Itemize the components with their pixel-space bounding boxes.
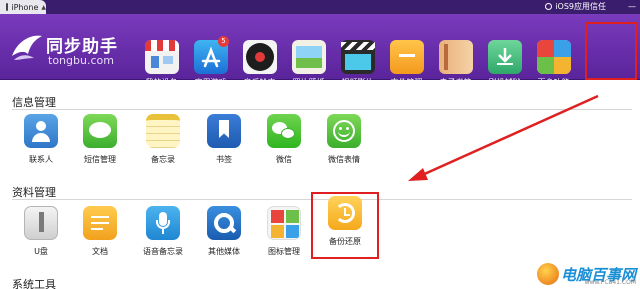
logo-domain: tongbu.com <box>48 54 114 67</box>
sms-icon <box>83 114 117 148</box>
bird-logo-icon <box>12 35 42 60</box>
device-tab[interactable]: iPhone ▲ <box>0 0 46 14</box>
nav-label: 刷机越狱 <box>488 78 521 87</box>
tile-voice-memos[interactable]: 语音备忘录 <box>135 206 191 268</box>
eject-icon[interactable]: ▲ <box>41 4 46 11</box>
clapperboard-icon <box>340 40 375 74</box>
music-disc-icon <box>242 40 277 74</box>
tile-contacts[interactable]: 联系人 <box>13 114 69 176</box>
tile-other-media[interactable]: 其他媒体 <box>196 206 252 268</box>
notes-icon <box>146 114 180 148</box>
icon-grid-icon <box>267 206 301 240</box>
bookmark-icon <box>207 114 241 148</box>
phone-icon <box>6 3 9 11</box>
nav-label: 音乐铃声 <box>243 78 276 87</box>
tile-bookmarks[interactable]: 书签 <box>196 114 252 176</box>
more-features-highlight <box>585 22 637 80</box>
book-icon <box>438 40 473 74</box>
section-title-info: 信息管理 <box>12 96 56 109</box>
wechat-icon <box>267 114 301 148</box>
watermark-url: www.PC841.COM <box>584 279 636 286</box>
tile-label: 短信管理 <box>84 155 116 164</box>
trust-label: iOS9应用信任 <box>555 2 606 11</box>
microphone-icon <box>146 206 180 240</box>
watermark-logo-icon <box>536 263 559 285</box>
tile-label: U盘 <box>34 247 48 256</box>
nav-ebooks[interactable]: 电子书籍 <box>431 28 480 92</box>
tile-label: 其他媒体 <box>208 247 240 256</box>
tile-label: 文档 <box>92 247 108 256</box>
nav-jailbreak[interactable]: 刷机越狱 <box>480 28 529 92</box>
tile-label: 书签 <box>216 155 232 164</box>
store-icon <box>144 40 179 74</box>
tile-label: 语音备忘录 <box>143 247 183 256</box>
nav-my-device[interactable]: 我的设备 <box>137 28 186 92</box>
tile-sms[interactable]: 短信管理 <box>72 114 128 176</box>
photo-icon <box>291 40 326 74</box>
tile-label: 微信 <box>276 155 292 164</box>
app-logo: 同步助手 tongbu.com <box>8 24 128 72</box>
tile-label: 备忘录 <box>151 155 175 164</box>
tile-usb-drive[interactable]: U盘 <box>13 206 69 268</box>
nav-label: 照片壁纸 <box>292 78 325 87</box>
nav-label: 更多功能 <box>537 78 570 87</box>
tile-icon-manager[interactable]: 图标管理 <box>256 206 312 268</box>
usb-drive-icon <box>24 206 58 240</box>
tile-documents[interactable]: 文档 <box>72 206 128 268</box>
watermark: 电脑百事网 www.PC841.COM <box>536 263 636 286</box>
section-title-tools: 系统工具 <box>12 278 56 289</box>
tile-notes[interactable]: 备忘录 <box>135 114 191 176</box>
section-divider <box>12 109 632 110</box>
section-title-data: 资料管理 <box>12 186 56 199</box>
nav-file-manager[interactable]: 文件管理 <box>382 28 431 92</box>
main-nav: 我的设备 5 应用游戏 音乐铃声 照片壁纸 视频影片 文件管理 电子书籍 刷机越… <box>137 28 578 92</box>
tile-label: 图标管理 <box>268 247 300 256</box>
more-tiles-icon <box>536 40 571 74</box>
tile-label: 联系人 <box>29 155 53 164</box>
device-label: iPhone <box>11 2 39 12</box>
quicktime-icon <box>207 206 241 240</box>
nav-photos-wallpapers[interactable]: 照片壁纸 <box>284 28 333 92</box>
backup-restore-highlight <box>311 192 379 259</box>
nav-label: 视频影片 <box>341 78 374 87</box>
document-icon <box>83 206 117 240</box>
folder-icon <box>389 40 424 74</box>
info-icon <box>545 3 553 10</box>
tile-wechat-stickers[interactable]: 微信表情 <box>316 114 372 176</box>
minimize-button[interactable]: — <box>628 2 636 11</box>
nav-more-features[interactable]: 更多功能 <box>529 28 578 92</box>
nav-music-ringtones[interactable]: 音乐铃声 <box>235 28 284 92</box>
nav-videos[interactable]: 视频影片 <box>333 28 382 92</box>
nav-label: 文件管理 <box>390 78 423 87</box>
app-window: iPhone ▲ iOS9应用信任 — 同步助手 tongbu.com 我的设备… <box>0 0 640 289</box>
update-badge: 5 <box>218 36 229 47</box>
contacts-icon <box>24 114 58 148</box>
jailbreak-icon <box>487 40 522 74</box>
ios-trust-button[interactable]: iOS9应用信任 <box>545 1 606 12</box>
nav-label: 我的设备 <box>145 78 178 87</box>
nav-apps-games[interactable]: 5 应用游戏 <box>186 28 235 92</box>
nav-label: 应用游戏 <box>194 78 227 87</box>
tile-label: 微信表情 <box>328 155 360 164</box>
top-strip: iPhone ▲ iOS9应用信任 — <box>0 0 640 14</box>
emoji-icon <box>327 114 361 148</box>
nav-label: 电子书籍 <box>439 78 472 87</box>
tile-wechat[interactable]: 微信 <box>256 114 312 176</box>
header-bar: 同步助手 tongbu.com 我的设备 5 应用游戏 音乐铃声 照片壁纸 视频… <box>0 14 640 87</box>
